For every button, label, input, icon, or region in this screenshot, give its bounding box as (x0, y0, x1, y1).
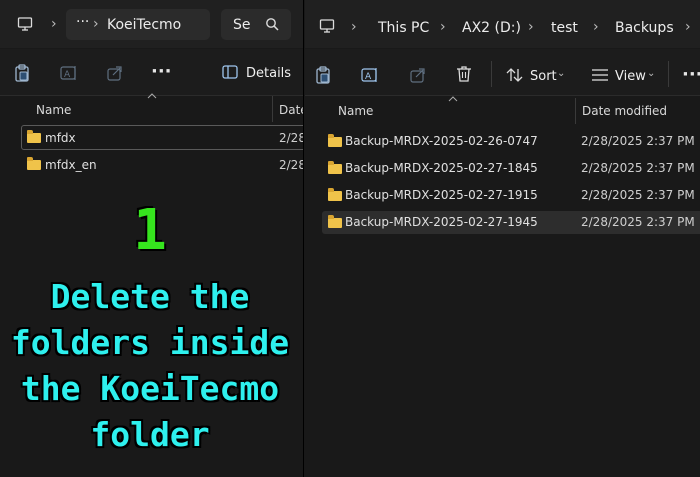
sort-caret-icon (147, 93, 157, 99)
instruction-line-3: the KoeiTecmo (20, 369, 280, 408)
list-item-name[interactable]: Backup-MRDX-2025-02-26-0747 (345, 134, 538, 148)
details-pane-icon[interactable] (222, 65, 238, 79)
column-header-name[interactable]: Name (338, 104, 373, 118)
list-item-date: 2/28/2025 2:37 PM (581, 215, 695, 229)
toolbar-divider (668, 61, 669, 87)
folder-icon (328, 161, 342, 174)
rename-icon[interactable]: A (60, 64, 78, 82)
svg-text:A: A (64, 70, 71, 80)
chevron-right-icon: › (51, 16, 57, 32)
breadcrumb-drive[interactable]: AX2 (D:) (462, 20, 521, 36)
paste-icon[interactable] (14, 64, 30, 82)
list-item-name[interactable]: mfdx_en (45, 158, 97, 172)
left-command-bar: A ··· Details (0, 49, 303, 96)
share-icon[interactable] (106, 64, 124, 82)
list-item-date: 2/28/2025 2:37 PM (581, 134, 695, 148)
sort-button[interactable]: Sort (530, 69, 557, 84)
folder-icon (328, 188, 342, 201)
folder-icon (27, 157, 41, 170)
svg-text:A: A (365, 72, 372, 82)
breadcrumb-overflow-button[interactable]: ··· (76, 14, 89, 30)
chevron-right-icon: › (593, 19, 599, 35)
share-icon[interactable] (409, 66, 427, 84)
paste-icon[interactable] (315, 66, 331, 84)
chevron-right-icon: › (528, 19, 534, 35)
column-header-date-modified[interactable]: Date modified (582, 104, 667, 118)
chevron-down-icon: ⌄ (557, 68, 566, 79)
list-item-name: mfdx (45, 131, 76, 145)
column-header-date[interactable]: Date (279, 103, 303, 117)
view-icon[interactable] (591, 69, 609, 81)
column-divider[interactable] (575, 98, 576, 124)
right-command-bar: A Sort ⌄ View ⌄ ··· (305, 49, 700, 96)
list-item-name[interactable]: Backup-MRDX-2025-02-27-1945 (345, 215, 538, 229)
search-input-text[interactable]: Se (233, 17, 251, 33)
list-item-date: 2/28/ (279, 131, 303, 145)
right-explorer-window: › This PC › AX2 (D:) › test › Backups › … (305, 0, 700, 477)
folder-icon (328, 134, 342, 147)
chevron-down-icon: ⌄ (647, 68, 656, 79)
list-item-name[interactable]: Backup-MRDX-2025-02-27-1845 (345, 161, 538, 175)
sort-icon[interactable] (506, 68, 524, 82)
list-item-date: 2/28/2025 2:37 PM (581, 188, 695, 202)
search-box[interactable] (221, 9, 291, 40)
step-number: 1 (133, 198, 167, 263)
view-button[interactable]: View (615, 69, 646, 84)
search-icon[interactable] (265, 17, 279, 31)
breadcrumb-koeitecmo[interactable]: KoeiTecmo (107, 17, 181, 33)
folder-icon (328, 215, 342, 228)
left-address-bar: › ··· › KoeiTecmo Se (0, 0, 303, 48)
chevron-right-icon: › (351, 19, 357, 35)
breadcrumb-this-pc[interactable]: This PC (378, 20, 429, 36)
column-header-name[interactable]: Name (36, 103, 71, 117)
list-item-date: 2/28/ (279, 158, 303, 172)
breadcrumb-test[interactable]: test (551, 20, 578, 36)
instruction-line-4: folder (90, 415, 210, 454)
sort-caret-icon (448, 96, 458, 102)
list-item-name[interactable]: Backup-MRDX-2025-02-27-1915 (345, 188, 538, 202)
right-address-bar: › This PC › AX2 (D:) › test › Backups › (305, 0, 700, 48)
chevron-right-icon: › (685, 19, 691, 35)
list-item-date: 2/28/2025 2:37 PM (581, 161, 695, 175)
this-pc-icon[interactable] (319, 18, 335, 34)
rename-icon[interactable]: A (361, 66, 379, 84)
folder-icon (27, 130, 41, 143)
instruction-line-2: folders inside (10, 323, 290, 362)
more-options-button[interactable]: ··· (151, 61, 172, 82)
chevron-right-icon: › (93, 16, 99, 32)
this-pc-icon[interactable] (17, 16, 33, 32)
chevron-right-icon: › (440, 19, 446, 35)
delete-icon[interactable] (456, 65, 472, 83)
instruction-line-1: Delete the (50, 277, 250, 316)
more-options-button[interactable]: ··· (682, 64, 700, 85)
details-button[interactable]: Details (246, 66, 291, 81)
toolbar-divider (491, 61, 492, 87)
column-divider[interactable] (272, 96, 273, 122)
breadcrumb-backups[interactable]: Backups (615, 20, 674, 36)
